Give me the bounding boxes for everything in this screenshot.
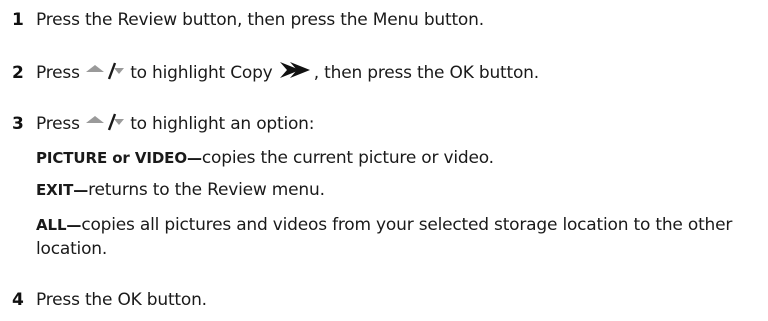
up-down-arrow-icon: [85, 62, 125, 87]
step-text-press: Press: [36, 63, 80, 83]
step-text-press: Press: [36, 114, 80, 134]
instruction-page: 1 Press the Review button, then press the…: [0, 0, 768, 321]
step-2: 2 Press to highlight Copy , then press th…: [12, 60, 752, 87]
option-picture-video: PICTURE or VIDEO—copies the current pict…: [36, 146, 756, 170]
option-all: ALL—copies all pictures and videos from …: [36, 213, 756, 261]
step-3: 3 Press to highlight an option:: [12, 112, 752, 138]
step-number: 2: [12, 63, 24, 83]
option-desc: copies all pictures and videos from your…: [36, 215, 733, 259]
option-desc: returns to the Review menu.: [88, 180, 325, 200]
option-exit: EXIT—returns to the Review menu.: [36, 178, 756, 202]
step-1: 1 Press the Review button, then press the…: [12, 8, 752, 32]
step-text: Press the OK button.: [36, 290, 207, 310]
step-4: 4 Press the OK button.: [12, 288, 752, 312]
step-text-after: , then press the OK button.: [313, 63, 539, 83]
step-text-after: to highlight an option:: [130, 114, 315, 134]
up-down-arrow-icon: [85, 113, 125, 138]
fast-forward-icon: [278, 60, 314, 87]
option-label: EXIT—: [36, 181, 89, 199]
step-number: 4: [12, 290, 24, 310]
step-text-middle: to highlight Copy: [130, 63, 273, 83]
option-label: PICTURE or VIDEO—: [36, 149, 202, 167]
option-label: ALL—: [36, 216, 82, 234]
step-number: 1: [12, 10, 24, 30]
step-text: Press the Review button, then press the …: [36, 10, 484, 30]
option-desc: copies the current picture or video.: [201, 148, 494, 168]
step-number: 3: [12, 114, 24, 134]
